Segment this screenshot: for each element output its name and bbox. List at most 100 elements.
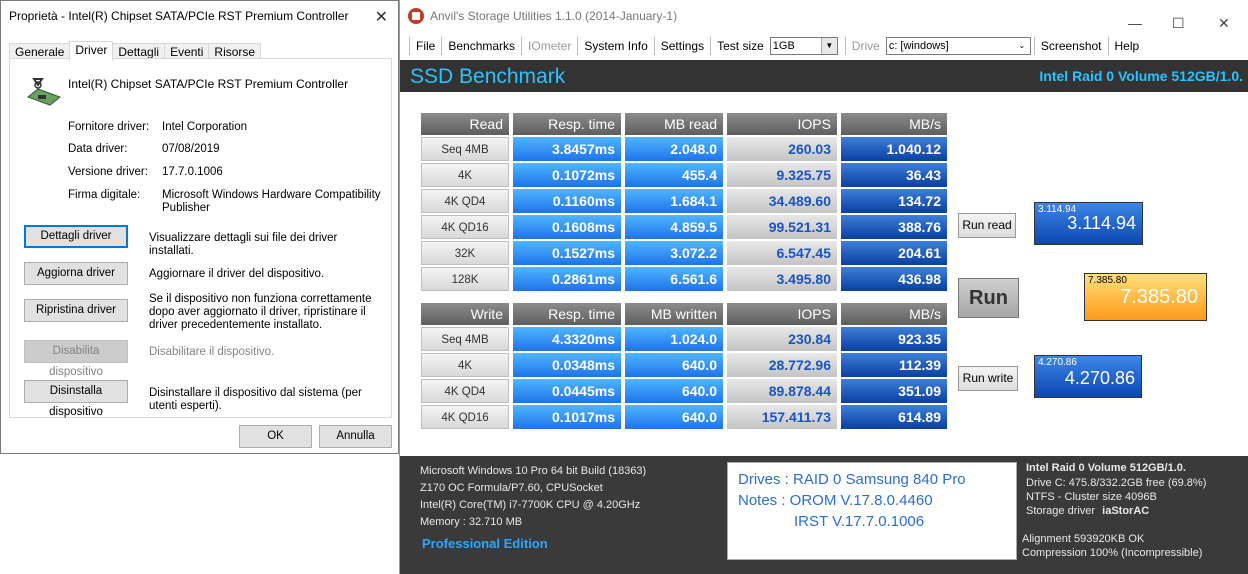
tab-bar: Generale Driver Dettagli Eventi Risorse — [9, 41, 262, 61]
drive-value: c: [windows] — [888, 40, 949, 52]
total-score-small: 7.385.80 — [1088, 275, 1127, 286]
write-row-0-col-1: 4.3320ms — [513, 327, 621, 351]
notes-drives: Drives : RAID 0 Samsung 840 Pro — [738, 471, 966, 488]
driver-details-button[interactable]: Dettagli driver — [24, 225, 128, 248]
read-row-2-col-0[interactable]: 4K QD4 — [421, 189, 509, 213]
signature-value: Microsoft Windows Hardware Compatibility… — [162, 189, 381, 214]
driver-details-desc: Visualizzare dettagli sui file dei drive… — [149, 232, 338, 257]
write-row-2-col-0[interactable]: 4K QD4 — [421, 379, 509, 403]
write-row-3-col-0[interactable]: 4K QD16 — [421, 405, 509, 429]
header-title: SSD Benchmark — [410, 65, 566, 88]
write-row-0-col-2: 1.024.0 — [625, 327, 723, 351]
date-label: Data driver: — [68, 143, 128, 155]
rollback-driver-desc: Se il dispositivo non funziona correttam… — [149, 293, 372, 331]
write-row-0-col-3: 230.84 — [727, 327, 837, 351]
read-row-0-col-2: 2.048.0 — [625, 137, 723, 161]
read-row-1-col-3: 9.325.75 — [727, 163, 837, 187]
update-driver-button[interactable]: Aggiorna driver — [24, 262, 128, 285]
menu-screenshot[interactable]: Screenshot — [1035, 37, 1109, 55]
write-header-1: Resp. time — [513, 303, 621, 325]
driver-tab-panel: Intel(R) Chipset SATA/PCIe RST Premium C… — [9, 58, 392, 418]
chevron-down-icon: ⌄ — [1013, 38, 1030, 54]
cancel-button[interactable]: Annulla — [319, 425, 392, 448]
write-row-2-col-4: 351.09 — [841, 379, 947, 403]
read-row-1-col-2: 455.4 — [625, 163, 723, 187]
drive-info-fs: NTFS - Cluster size 4096B — [1026, 491, 1157, 503]
menu-file[interactable]: File — [410, 37, 443, 55]
run-read-button[interactable]: Run read — [958, 213, 1016, 238]
benchmark-header: SSD Benchmark Intel Raid 0 Volume 512GB/… — [400, 60, 1248, 92]
read-row-2-col-3: 34.489.60 — [727, 189, 837, 213]
read-score: 3.114.94 — [1067, 213, 1136, 233]
compression-info: Compression 100% (Incompressible) — [1022, 547, 1203, 559]
notes-irst: IRST V.17.7.0.1006 — [794, 513, 925, 530]
edition-label: Professional Edition — [422, 536, 548, 551]
test-size-label: Test size — [717, 39, 764, 53]
read-row-1-col-4: 36.43 — [841, 163, 947, 187]
menu-help[interactable]: Help — [1109, 37, 1146, 55]
storage-driver-value: iaStorAC — [1102, 505, 1150, 517]
read-row-2-col-2: 1.684.1 — [625, 189, 723, 213]
menu-benchmarks[interactable]: Benchmarks — [442, 37, 523, 55]
menu-settings[interactable]: Settings — [655, 37, 712, 55]
write-row-2-col-2: 640.0 — [625, 379, 723, 403]
version-value: 17.7.0.1006 — [162, 166, 223, 178]
write-row-1-col-0[interactable]: 4K — [421, 353, 509, 377]
disable-device-desc: Disabilitare il dispositivo. — [149, 346, 275, 358]
read-row-3-col-4: 388.76 — [841, 215, 947, 239]
write-row-3-col-2: 640.0 — [625, 405, 723, 429]
write-row-0-col-0[interactable]: Seq 4MB — [421, 327, 509, 351]
close-icon[interactable]: ✕ — [375, 7, 388, 27]
vendor-value: Intel Corporation — [162, 121, 248, 133]
sysinfo-memory: Memory : 32.710 MB — [420, 516, 523, 528]
write-header-0: Write — [421, 303, 509, 325]
drive-info-space: Drive C: 475.8/332.2GB free (69.8%) — [1026, 477, 1207, 489]
menu-system-info[interactable]: System Info — [578, 37, 655, 55]
read-row-5-col-4: 436.98 — [841, 267, 947, 291]
read-row-3-col-1: 0.1608ms — [513, 215, 621, 239]
read-row-4-col-0[interactable]: 32K — [421, 241, 509, 265]
window-title: Proprietà - Intel(R) Chipset SATA/PCIe R… — [9, 9, 349, 23]
results-area: Read Resp. time MB read IOPS MB/s Seq 4MB 3.84… — [400, 92, 1248, 456]
read-row-5-col-0[interactable]: 128K — [421, 267, 509, 291]
run-button[interactable]: Run — [958, 278, 1019, 318]
notes-orom: Notes : OROM V.17.8.0.4460 — [738, 492, 933, 509]
sysinfo-board: Z170 OC Formula/P7.60, CPUSocket — [420, 482, 603, 494]
anvil-window: Anvil's Storage Utilities 1.1.0 (2014-Ja… — [399, 0, 1248, 574]
menu-iometer[interactable]: IOmeter — [522, 37, 579, 55]
read-row-2-col-4: 134.72 — [841, 189, 947, 213]
uninstall-device-button[interactable]: Disinstalla dispositivo — [24, 380, 128, 418]
write-score-box: 4.270.86 4.270.86 — [1034, 355, 1142, 398]
total-score: 7.385.80 — [1120, 286, 1198, 308]
notes-box: Drives : RAID 0 Samsung 840 Pro Notes : … — [727, 462, 1017, 560]
read-row-1-col-0[interactable]: 4K — [421, 163, 509, 187]
drive-info-storage-label: Storage driver iaStorAC — [1026, 505, 1149, 517]
tab-driver[interactable]: Driver — [69, 41, 114, 61]
run-write-button[interactable]: Run write — [958, 366, 1018, 391]
read-row-0-col-4: 1.040.12 — [841, 137, 947, 161]
read-row-4-col-4: 204.61 — [841, 241, 947, 265]
device-name: Intel(R) Chipset SATA/PCIe RST Premium C… — [68, 77, 349, 91]
rollback-driver-button[interactable]: Ripristina driver — [24, 299, 128, 322]
write-row-3-col-3: 157.411.73 — [727, 405, 837, 429]
write-row-1-col-2: 640.0 — [625, 353, 723, 377]
drive-info-title: Intel Raid 0 Volume 512GB/1.0. — [1026, 462, 1186, 474]
read-row-0-col-0[interactable]: Seq 4MB — [421, 137, 509, 161]
write-header-3: IOPS — [727, 303, 837, 325]
sysinfo-os: Microsoft Windows 10 Pro 64 bit Build (1… — [420, 465, 647, 477]
drive-select[interactable]: c: [windows] ⌄ — [885, 37, 1031, 55]
read-header-1: Resp. time — [513, 113, 621, 135]
read-row-3-col-3: 99.521.31 — [727, 215, 837, 239]
read-row-3-col-0[interactable]: 4K QD16 — [421, 215, 509, 239]
write-score: 4.270.86 — [1064, 368, 1135, 388]
ok-button[interactable]: OK — [239, 425, 312, 448]
version-label: Versione driver: — [68, 166, 148, 178]
storage-driver-label: Storage driver — [1026, 505, 1096, 517]
controller-icon — [26, 78, 62, 106]
write-header-2: MB written — [625, 303, 723, 325]
read-row-0-col-1: 3.8457ms — [513, 137, 621, 161]
disable-device-button[interactable]: Disabilita dispositivo — [24, 340, 128, 378]
test-size-select[interactable]: 1GB ▼ — [769, 37, 838, 55]
read-header-3: IOPS — [727, 113, 837, 135]
write-row-1-col-4: 112.39 — [841, 353, 947, 377]
